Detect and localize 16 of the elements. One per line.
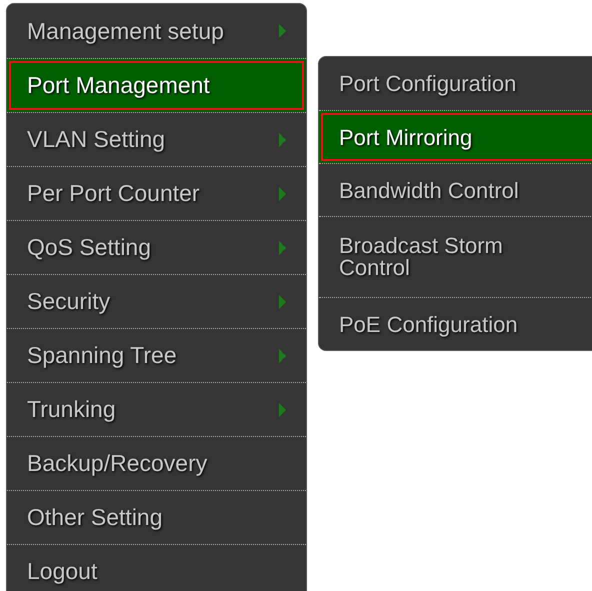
- menu-item[interactable]: Bandwidth Control: [319, 163, 592, 216]
- menu-item[interactable]: Logout: [7, 544, 306, 591]
- menu-item[interactable]: Per Port Counter: [7, 166, 306, 220]
- menu-item[interactable]: Port Mirroring: [319, 110, 592, 163]
- menu-item[interactable]: Other Setting: [7, 490, 306, 544]
- menu-item[interactable]: Backup/Recovery: [7, 436, 306, 490]
- menu-item[interactable]: Security: [7, 274, 306, 328]
- menu-item[interactable]: Port Management: [7, 58, 306, 112]
- menu-item[interactable]: Trunking: [7, 382, 306, 436]
- menu-item[interactable]: Port Configuration: [319, 57, 592, 110]
- menu-item[interactable]: PoE Configuration: [319, 297, 592, 350]
- menu-item[interactable]: Broadcast Storm Control: [319, 216, 592, 297]
- menu-item[interactable]: Spanning Tree: [7, 328, 306, 382]
- menu-item[interactable]: QoS Setting: [7, 220, 306, 274]
- menu-item[interactable]: VLAN Setting: [7, 112, 306, 166]
- menu-item[interactable]: Management setup: [7, 4, 306, 58]
